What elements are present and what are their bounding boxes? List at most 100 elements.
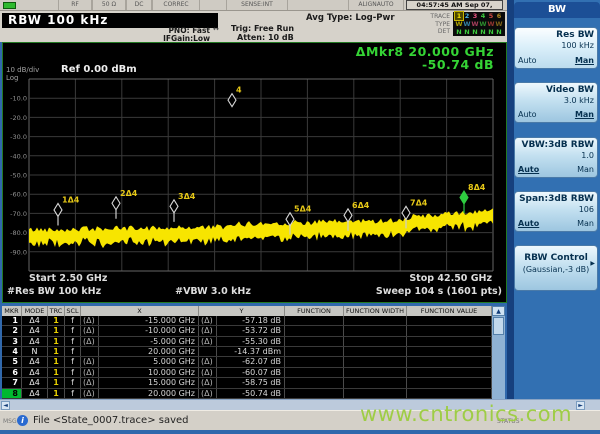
scroll-left-icon[interactable]: ◄	[1, 401, 10, 410]
col-header-function-value: FUNCTION VALUE	[407, 306, 492, 316]
menu-button-vbw-3db-rbw[interactable]: VBW:3dB RBW 1.0 Auto Man	[514, 137, 598, 178]
button-title: Res BW	[518, 30, 594, 41]
bottom-frame	[0, 430, 600, 434]
status-segment-50-: 50 Ω	[92, 0, 126, 10]
ref-level-label: Ref 0.00 dBm	[61, 64, 137, 75]
svg-text:-30.0: -30.0	[10, 133, 27, 141]
graticule-plot: -10.0 -20.0 -30.0 -40.0 -50.0 -60.0 -70.0 -80.0…	[3, 43, 506, 302]
stop-freq-label: Stop 42.50 GHz	[409, 273, 492, 284]
svg-text:-90.0: -90.0	[10, 248, 27, 256]
align-status: ALIGNAUTO	[348, 0, 404, 10]
svg-text:3Δ4: 3Δ4	[178, 192, 196, 201]
svg-text:8Δ4: 8Δ4	[468, 183, 486, 192]
svg-text:-60.0: -60.0	[10, 191, 27, 199]
marker-table-header: MKRMODETRCSCLXYFUNCTIONFUNCTION WIDTHFUN…	[2, 306, 505, 316]
button-value: 106	[518, 205, 594, 215]
status-segment-sense-int: SENSE:INT	[226, 0, 288, 10]
coupling-arrow-icon: ↔	[213, 25, 219, 33]
delta-marker-readout: ΔMkr8 20.000 GHz -50.74 dB	[356, 45, 494, 71]
marker-table-row-8[interactable]: 8Δ41f(Δ)20.000 GHz(Δ)-50.74 dB	[2, 389, 505, 399]
svg-text:6Δ4: 6Δ4	[352, 201, 370, 210]
menu-button-rbw-control[interactable]: RBW Control (Gaussian,-3 dB) ▶	[514, 245, 598, 291]
svg-text:4: 4	[236, 86, 242, 95]
man-option[interactable]: Man	[577, 165, 594, 175]
marker-table-row-6[interactable]: 6Δ41f(Δ)10.000 GHz(Δ)-60.07 dB	[2, 368, 505, 378]
man-option[interactable]: Man	[577, 219, 594, 229]
svg-text:-80.0: -80.0	[10, 229, 27, 237]
man-option[interactable]: Man	[575, 56, 594, 66]
power-led-indicator	[3, 2, 16, 9]
man-option[interactable]: Man	[575, 110, 594, 120]
menu-button-res-bw[interactable]: Res BW 100 kHz Auto Man	[514, 27, 598, 69]
spectrum-display: -10.0 -20.0 -30.0 -40.0 -50.0 -60.0 -70.0 -80.0…	[2, 42, 507, 303]
datetime-display: 04:57:45 AM Sep 07, 2019	[406, 0, 503, 10]
scroll-up-icon[interactable]: ▲	[492, 306, 505, 316]
marker-table-row-1[interactable]: 1Δ41f(Δ)-15.000 GHz(Δ)-57.18 dB	[2, 316, 505, 326]
button-title: Video BW	[518, 85, 594, 96]
svg-text:5Δ4: 5Δ4	[294, 205, 312, 214]
marker-table-scrollbar[interactable]: ▲	[492, 306, 505, 399]
menu-button-span-3db-rbw[interactable]: Span:3dB RBW 106 Auto Man	[514, 191, 598, 232]
sweep-label: Sweep 104 s (1601 pts)	[376, 286, 502, 297]
trace-legend-block: 123456WWWWWWNNNNNN	[453, 12, 505, 36]
scrollbar-thumb[interactable]	[493, 317, 504, 335]
analyzer-screen: RF50 ΩDCCORRECSENSE:INT ALIGNAUTO 04:57:…	[0, 0, 600, 434]
button-value: 100 kHz	[518, 41, 594, 51]
col-header-trc: TRC	[48, 306, 65, 316]
marker-3[interactable]: 3Δ4	[170, 192, 196, 222]
marker-8[interactable]: 8Δ4	[460, 183, 486, 213]
status-segment-dc: DC	[126, 0, 152, 10]
button-value: 3.0 kHz	[518, 96, 594, 106]
button-title: VBW:3dB RBW	[518, 140, 594, 151]
scale-per-div-label: 10 dB/div	[6, 66, 39, 74]
svg-text:-10.0: -10.0	[10, 95, 27, 103]
marker-4[interactable]: 4	[228, 86, 242, 107]
col-header-function: FUNCTION	[285, 306, 344, 316]
res-bw-label: #Res BW 100 kHz	[7, 286, 101, 297]
col-header-mode: MODE	[22, 306, 48, 316]
col-header-function-width: FUNCTION WIDTH	[344, 306, 407, 316]
message-text: File <State_0007.trace> saved	[33, 415, 189, 426]
col-header-scl: SCL	[65, 306, 81, 316]
menu-title: BW	[514, 2, 600, 18]
trace-row-label: TRACE	[420, 13, 450, 20]
watermark-text: www.cntronics.com	[360, 402, 572, 426]
button-value: (Gaussian,-3 dB)	[518, 264, 594, 275]
atten-readout: Atten: 10 dB	[237, 33, 294, 42]
marker-table-row-3[interactable]: 3Δ41f(Δ)-5.000 GHz(Δ)-55.30 dB	[2, 337, 505, 347]
top-status-strip: RF50 ΩDCCORRECSENSE:INT ALIGNAUTO 04:57:…	[0, 0, 507, 11]
svg-text:2Δ4: 2Δ4	[120, 189, 138, 198]
marker-table-row-5[interactable]: 5Δ41f(Δ)5.000 GHz(Δ)-62.07 dB	[2, 357, 505, 367]
button-value: 1.0	[518, 151, 594, 161]
bw-menu-sidebar: BW Res BW 100 kHz Auto Man Video BW 3.0 …	[507, 0, 600, 399]
marker-table: MKRMODETRCSCLXYFUNCTIONFUNCTION WIDTHFUN…	[2, 306, 505, 399]
status-segment-correc: CORREC	[152, 0, 200, 10]
svg-text:7Δ4: 7Δ4	[410, 198, 428, 207]
marker-table-row-4[interactable]: 4N1f20.000 GHz-14.37 dBm	[2, 347, 505, 357]
svg-text:-40.0: -40.0	[10, 152, 27, 160]
auto-option[interactable]: Auto	[518, 165, 539, 175]
svg-text:-50.0: -50.0	[10, 172, 27, 180]
svg-text:-20.0: -20.0	[10, 114, 27, 122]
marker-table-row-2[interactable]: 2Δ41f(Δ)-10.000 GHz(Δ)-53.72 dB	[2, 326, 505, 336]
trigger-readout: Trig: Free Run	[231, 24, 294, 33]
svg-text:-70.0: -70.0	[10, 210, 27, 218]
auto-option[interactable]: Auto	[518, 110, 537, 120]
measurement-settings-bar: RBW 100 kHz PNO: Fast ↔ IFGain:Low Trig:…	[0, 11, 507, 42]
type-row-label: TYPE	[420, 21, 450, 28]
vbw-label: #VBW 3.0 kHz	[153, 286, 273, 297]
marker-2[interactable]: 2Δ4	[112, 189, 138, 219]
marker-table-row-7[interactable]: 7Δ41f(Δ)15.000 GHz(Δ)-58.75 dB	[2, 378, 505, 388]
svg-text:1Δ4: 1Δ4	[62, 195, 80, 204]
button-title: Span:3dB RBW	[518, 194, 594, 205]
col-header-mkr: MKR	[2, 306, 22, 316]
menu-button-video-bw[interactable]: Video BW 3.0 kHz Auto Man	[514, 82, 598, 123]
trace-numbers: 123456	[453, 12, 505, 20]
scroll-right-icon[interactable]: ►	[576, 401, 585, 410]
auto-option[interactable]: Auto	[518, 56, 537, 66]
auto-option[interactable]: Auto	[518, 219, 539, 229]
msg-label: MSG	[3, 418, 17, 425]
sidebar-divider	[507, 0, 514, 399]
col-header-y: Y	[199, 306, 285, 316]
avg-type-readout: Avg Type: Log-Pwr	[306, 13, 395, 23]
